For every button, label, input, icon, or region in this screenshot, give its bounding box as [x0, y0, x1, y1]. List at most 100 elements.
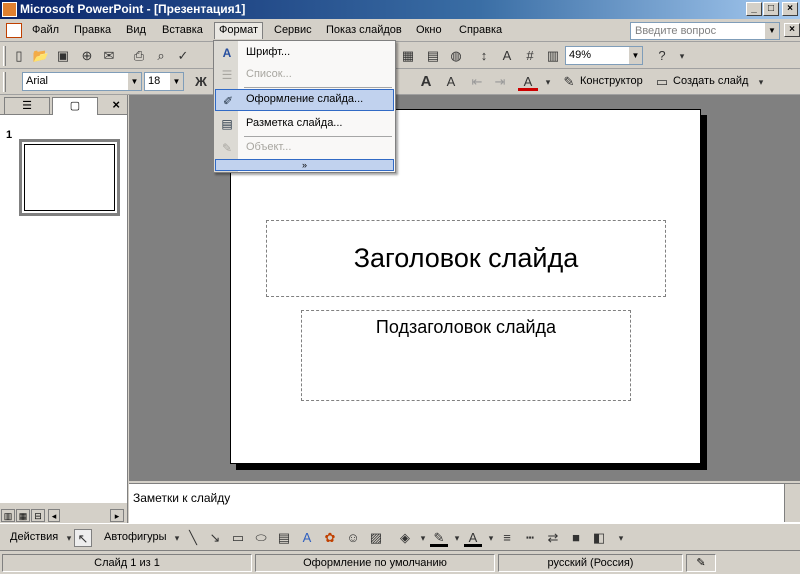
increase-indent-icon[interactable]: ⇥: [490, 73, 510, 91]
show-formatting-icon[interactable]: A: [497, 47, 517, 65]
arrow-icon[interactable]: ↘: [206, 529, 224, 547]
diagram-icon[interactable]: ✿: [321, 529, 339, 547]
permission-icon[interactable]: ⊕: [77, 47, 97, 65]
decrease-font-icon[interactable]: A: [441, 73, 461, 91]
ask-question-input[interactable]: Введите вопрос ▼: [630, 22, 780, 40]
toolbar-grip[interactable]: [3, 72, 6, 92]
designer-button[interactable]: Конструктор: [580, 75, 643, 87]
powerpoint-app-icon[interactable]: [2, 2, 17, 17]
fill-color-icon[interactable]: ◈: [396, 529, 414, 547]
table-icon[interactable]: ▦: [398, 47, 418, 65]
panel-tabs: ☰ ▢ ×: [0, 95, 128, 115]
chevron-down-icon[interactable]: ▼: [170, 73, 183, 90]
oval-icon[interactable]: ⬭: [252, 529, 270, 547]
menu-edit[interactable]: Правка: [70, 23, 115, 40]
minimize-button[interactable]: _: [746, 2, 762, 16]
designer-icon[interactable]: ✎: [559, 73, 579, 91]
outline-tab[interactable]: ☰: [4, 97, 50, 115]
chevron-down-icon[interactable]: ▼: [765, 23, 779, 39]
chart-icon[interactable]: ▤: [423, 47, 443, 65]
menu-view[interactable]: Вид: [122, 23, 150, 40]
zoom-value: 49%: [569, 49, 592, 61]
font-size-select[interactable]: 18 ▼: [144, 72, 184, 91]
slide-sorter-icon[interactable]: ▦: [16, 509, 30, 522]
new-slide-icon[interactable]: ▭: [652, 73, 672, 91]
menu-slideshow[interactable]: Показ слайдов: [322, 23, 406, 40]
notes-pane[interactable]: Заметки к слайду: [129, 483, 800, 523]
wordart-icon[interactable]: A: [298, 529, 316, 547]
arrow-style-icon[interactable]: ⇄: [544, 529, 562, 547]
email-icon[interactable]: ✉: [99, 47, 119, 65]
subtitle-placeholder[interactable]: Подзаголовок слайда: [301, 310, 631, 401]
bold-button[interactable]: Ж: [191, 73, 211, 91]
normal-view-icon[interactable]: ▥: [1, 509, 15, 522]
line-style-icon[interactable]: ≡: [498, 529, 516, 547]
new-slide-button[interactable]: Создать слайд: [673, 75, 748, 87]
slide-number: 1: [6, 129, 13, 141]
scroll-left-icon[interactable]: ◂: [48, 509, 60, 522]
line-color-icon[interactable]: ✎: [430, 529, 448, 547]
scroll-right-icon[interactable]: ▸: [110, 509, 124, 522]
menu-format[interactable]: Формат: [214, 22, 264, 39]
close-button[interactable]: ×: [782, 2, 798, 16]
line-icon[interactable]: ╲: [184, 529, 202, 547]
save-icon[interactable]: ▣: [53, 47, 73, 65]
menu-expand-button[interactable]: »: [215, 159, 394, 171]
slideshow-icon[interactable]: ⊟: [31, 509, 45, 522]
shadow-icon[interactable]: ■: [567, 529, 585, 547]
slide-thumbnail-frame: [24, 144, 115, 211]
slide-thumbnail[interactable]: [19, 139, 120, 216]
notes-scrollbar[interactable]: [784, 484, 800, 522]
menu-insert[interactable]: Вставка: [158, 23, 207, 40]
actions-menu[interactable]: Действия: [10, 531, 58, 543]
window-title: Microsoft PowerPoint - [Презентация1]: [20, 2, 246, 16]
restore-button[interactable]: □: [763, 2, 779, 16]
ask-question-placeholder: Введите вопрос: [635, 25, 717, 37]
select-pointer-icon[interactable]: ↖: [74, 529, 92, 547]
font-color-icon[interactable]: A: [464, 529, 482, 547]
menu-item-font[interactable]: A Шрифт...: [215, 42, 394, 64]
picture-icon[interactable]: ▨: [367, 529, 385, 547]
open-folder-icon[interactable]: 📂: [31, 47, 51, 65]
color-grayscale-icon[interactable]: ▥: [543, 47, 563, 65]
toolbar-options-icon[interactable]: ▾: [612, 529, 630, 547]
new-document-icon[interactable]: ▯: [9, 47, 29, 65]
slides-tab[interactable]: ▢: [52, 97, 98, 115]
menu-file[interactable]: Файл: [28, 23, 63, 40]
menu-help[interactable]: Справка: [455, 23, 506, 40]
menu-item-slide-layout[interactable]: ▤ Разметка слайда...: [215, 113, 394, 135]
dash-style-icon[interactable]: ┅: [521, 529, 539, 547]
toolbar-options-icon[interactable]: ▾: [751, 73, 771, 91]
grid-icon[interactable]: #: [520, 47, 540, 65]
print-preview-icon[interactable]: ⌕: [151, 47, 171, 65]
textbox-icon[interactable]: ▤: [275, 529, 293, 547]
font-color-icon[interactable]: A: [518, 73, 538, 91]
3d-icon[interactable]: ◧: [590, 529, 608, 547]
menu-window[interactable]: Окно: [412, 23, 446, 40]
rectangle-icon[interactable]: ▭: [229, 529, 247, 547]
clipart-icon[interactable]: ☺: [344, 529, 362, 547]
help-icon[interactable]: ?: [652, 47, 672, 65]
expand-icon[interactable]: ↕: [474, 47, 494, 65]
document-close-button[interactable]: ×: [784, 23, 800, 37]
print-icon[interactable]: ⎙: [129, 47, 149, 65]
increase-font-icon[interactable]: A: [416, 73, 436, 91]
font-name-select[interactable]: Arial ▼: [22, 72, 142, 91]
chevron-down-icon[interactable]: ▼: [629, 47, 642, 64]
document-icon[interactable]: [6, 23, 22, 38]
chevron-down-icon[interactable]: ▼: [128, 73, 141, 90]
hyperlink-icon[interactable]: ◍: [446, 47, 466, 65]
decrease-indent-icon[interactable]: ⇤: [467, 73, 487, 91]
autoshapes-menu[interactable]: Автофигуры: [104, 531, 167, 543]
view-buttons: ▥ ▦ ⊟ ◂ ▸: [0, 509, 128, 523]
menu-item-slide-design[interactable]: ✐ Оформление слайда...: [215, 89, 394, 111]
toolbar-grip[interactable]: [3, 46, 6, 66]
chevron-down-icon[interactable]: ▾: [538, 73, 558, 91]
zoom-select[interactable]: 49% ▼: [565, 46, 643, 65]
toolbar-options-icon[interactable]: ▾: [672, 47, 692, 65]
menu-tools[interactable]: Сервис: [270, 23, 316, 40]
title-placeholder[interactable]: Заголовок слайда: [266, 220, 666, 297]
close-icon[interactable]: ×: [112, 97, 120, 112]
spelling-status-icon[interactable]: ✎: [686, 554, 716, 572]
spelling-icon[interactable]: ✓: [173, 47, 193, 65]
